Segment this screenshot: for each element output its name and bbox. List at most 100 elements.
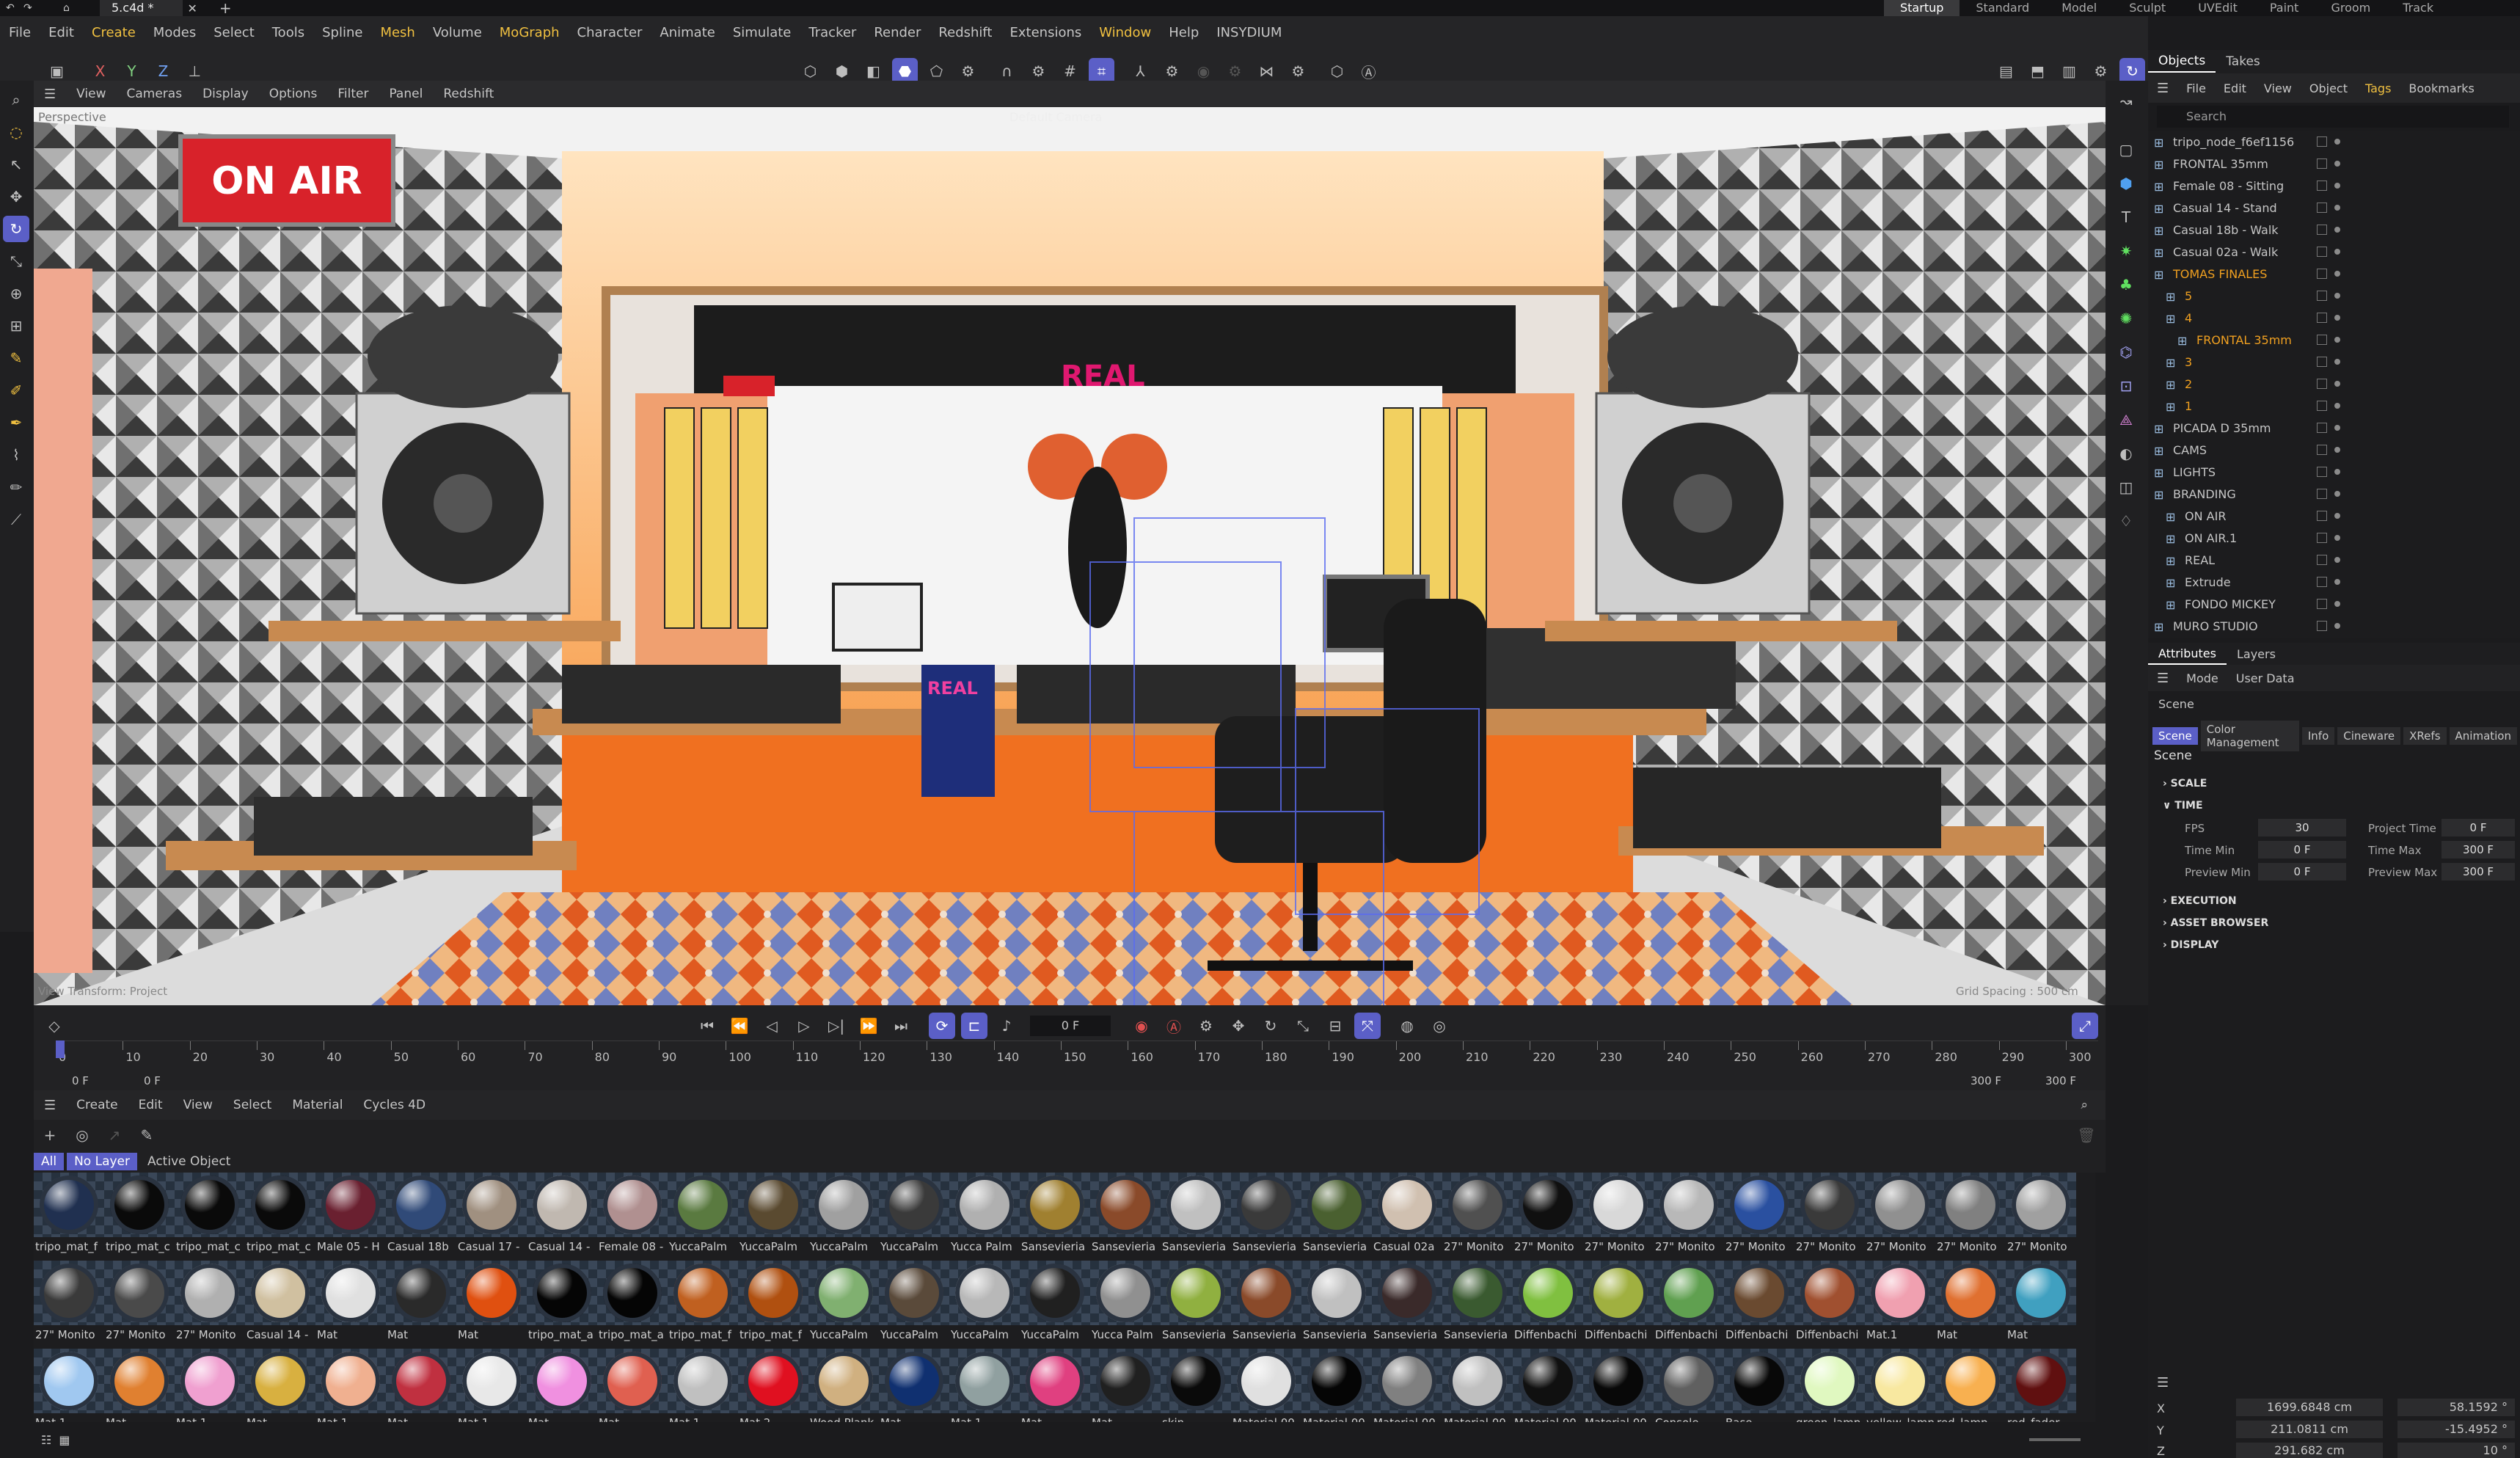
object-row[interactable]: ⊞ 2 [2148, 373, 2520, 395]
object-row[interactable]: ⊞ Casual 14 - Stand [2148, 197, 2520, 219]
render-dot[interactable] [2334, 227, 2340, 233]
redo-icon[interactable]: ↷ [23, 2, 41, 14]
attr-tab-layers[interactable]: Layers [2227, 644, 2286, 664]
spline-smooth-icon[interactable]: ✒ [3, 409, 29, 436]
viewport-menu-view[interactable]: View [66, 87, 116, 101]
object-menu-tags[interactable]: Tags [2356, 81, 2400, 95]
menu-select[interactable]: Select [205, 16, 263, 50]
tab-takes[interactable]: Takes [2216, 51, 2271, 72]
eyedropper-icon[interactable]: ✎ [134, 1122, 160, 1148]
spline-pen-icon[interactable]: ✎ [3, 345, 29, 371]
subtab-cineware[interactable]: Cineware [2337, 727, 2401, 745]
material-swatch[interactable]: tripo_mat_f [668, 1261, 738, 1347]
visibility-flag[interactable] [2317, 489, 2327, 499]
material-swatch[interactable]: 27" Monito [1442, 1173, 1513, 1259]
object-row[interactable]: ⊞ Casual 02a - Walk [2148, 241, 2520, 263]
material-swatch[interactable]: 27" Monito [1794, 1173, 1865, 1259]
camera-label[interactable]: Default Camera [1009, 110, 1102, 124]
material-swatch[interactable]: Sansevieria [1372, 1261, 1442, 1347]
menu-create[interactable]: Create [83, 16, 145, 50]
object-hamburger-icon[interactable]: ☰ [2148, 81, 2177, 96]
material-swatch[interactable]: Sansevieria [1231, 1261, 1301, 1347]
key-position-icon[interactable]: ✥ [1225, 1013, 1252, 1039]
subtab-color-management[interactable]: Color Management [2200, 721, 2299, 751]
render-dot[interactable] [2334, 601, 2340, 607]
visibility-flag[interactable] [2317, 599, 2327, 609]
object-menu-bookmarks[interactable]: Bookmarks [2400, 81, 2483, 95]
new-material-icon[interactable]: + [37, 1122, 63, 1148]
visibility-flag[interactable] [2317, 533, 2327, 543]
preview-max-field[interactable]: 300 F [2442, 863, 2515, 881]
document-tab[interactable]: 5.c4d * [100, 0, 183, 16]
visibility-flag[interactable] [2317, 467, 2327, 477]
delete-material-icon[interactable]: 🗑 [2073, 1122, 2100, 1148]
material-hamburger-icon[interactable]: ☰ [34, 1098, 66, 1113]
object-row[interactable]: ⊞ Casual 18b - Walk [2148, 219, 2520, 241]
material-swatch[interactable]: 27" Monito [34, 1261, 104, 1347]
close-tab-icon[interactable]: ✕ [187, 1, 197, 15]
visibility-flag[interactable] [2317, 291, 2327, 301]
material-menu-select[interactable]: Select [223, 1098, 282, 1112]
visibility-flag[interactable] [2317, 445, 2327, 455]
live-selection-icon[interactable]: ◌ [3, 119, 29, 145]
object-row[interactable]: ⊞ BRANDING [2148, 483, 2520, 505]
material-swatch[interactable]: Diffenbachi [1583, 1261, 1654, 1347]
key-param-icon[interactable]: ⊟ [1322, 1013, 1348, 1039]
material-swatch[interactable]: YuccaPalm [949, 1261, 1020, 1347]
material-menu-cycles-4d[interactable]: Cycles 4D [353, 1098, 436, 1112]
material-swatch[interactable]: YuccaPalm [668, 1173, 738, 1259]
subtab-animation[interactable]: Animation [2449, 727, 2517, 745]
material-swatch[interactable]: Mat.1 [175, 1349, 245, 1422]
pen-spline-icon[interactable]: ↝ [2113, 88, 2139, 114]
material-swatch[interactable]: Mat.2 [738, 1349, 808, 1422]
material-swatch[interactable]: YuccaPalm [738, 1173, 808, 1259]
render-dot[interactable] [2334, 491, 2340, 497]
material-swatch[interactable]: Mat.1 [315, 1349, 386, 1422]
next-frame-icon[interactable]: ▷| [823, 1013, 850, 1039]
range-start-2[interactable]: 0 F [144, 1074, 161, 1087]
material-swatch[interactable]: Sansevieria [1020, 1173, 1090, 1259]
layout-mode-track[interactable]: Track [2386, 0, 2450, 16]
viewport-hamburger-icon[interactable]: ☰ [34, 87, 66, 102]
section-scale[interactable]: › SCALE [2148, 768, 2520, 790]
range-end[interactable]: 300 F [1971, 1074, 2001, 1087]
list-view-icon[interactable]: ☷ [41, 1433, 51, 1447]
menu-mograph[interactable]: MoGraph [491, 16, 569, 50]
text-icon[interactable]: T [2113, 204, 2139, 230]
keyframe-diamond-icon[interactable]: ◇ [41, 1013, 67, 1039]
render-dot[interactable] [2334, 469, 2340, 475]
visibility-flag[interactable] [2317, 401, 2327, 411]
material-swatch[interactable]: green_lamp [1794, 1349, 1865, 1422]
render-dot[interactable] [2334, 579, 2340, 585]
render-dot[interactable] [2334, 139, 2340, 145]
material-swatch[interactable]: YuccaPalm [879, 1173, 949, 1259]
material-swatch[interactable]: Base [1724, 1349, 1794, 1422]
material-swatch[interactable]: Male 05 - H [315, 1173, 386, 1259]
viewport-menu-options[interactable]: Options [259, 87, 328, 101]
material-swatch[interactable]: tripo_mat_a [527, 1261, 597, 1347]
subtab-scene[interactable]: Scene [2152, 727, 2198, 745]
layout-mode-groom[interactable]: Groom [2315, 0, 2386, 16]
material-swatch[interactable]: Mat [456, 1261, 527, 1347]
material-filter-active-object[interactable]: Active Object [140, 1153, 238, 1170]
material-swatch[interactable]: 27" Monito [1865, 1173, 1935, 1259]
object-row[interactable]: ⊞ 1 [2148, 395, 2520, 417]
layout-mode-sculpt[interactable]: Sculpt [2113, 0, 2182, 16]
menu-help[interactable]: Help [1160, 16, 1208, 50]
visibility-flag[interactable] [2317, 555, 2327, 565]
subtab-xrefs[interactable]: XRefs [2403, 727, 2447, 745]
material-swatch[interactable]: Female 08 - [597, 1173, 668, 1259]
range-icon[interactable]: ⊏ [961, 1013, 987, 1039]
light-icon[interactable]: ♢ [2113, 508, 2139, 534]
range-start[interactable]: 0 F [72, 1074, 89, 1087]
material-swatch[interactable]: Mat [245, 1349, 315, 1422]
rotate-tool-icon[interactable]: ↻ [3, 216, 29, 242]
menu-redshift[interactable]: Redshift [930, 16, 1001, 50]
material-swatch[interactable]: tripo_mat_f [34, 1173, 104, 1259]
key-scale-icon[interactable]: ⤡ [1290, 1013, 1316, 1039]
material-swatch[interactable]: Mat [597, 1349, 668, 1422]
material-swatch[interactable]: Yucca Palm [949, 1173, 1020, 1259]
z-position-field[interactable]: 291.682 cm [2236, 1443, 2383, 1458]
viewport-menu-display[interactable]: Display [192, 87, 259, 101]
object-row[interactable]: ⊞ FONDO MICKEY [2148, 593, 2520, 615]
